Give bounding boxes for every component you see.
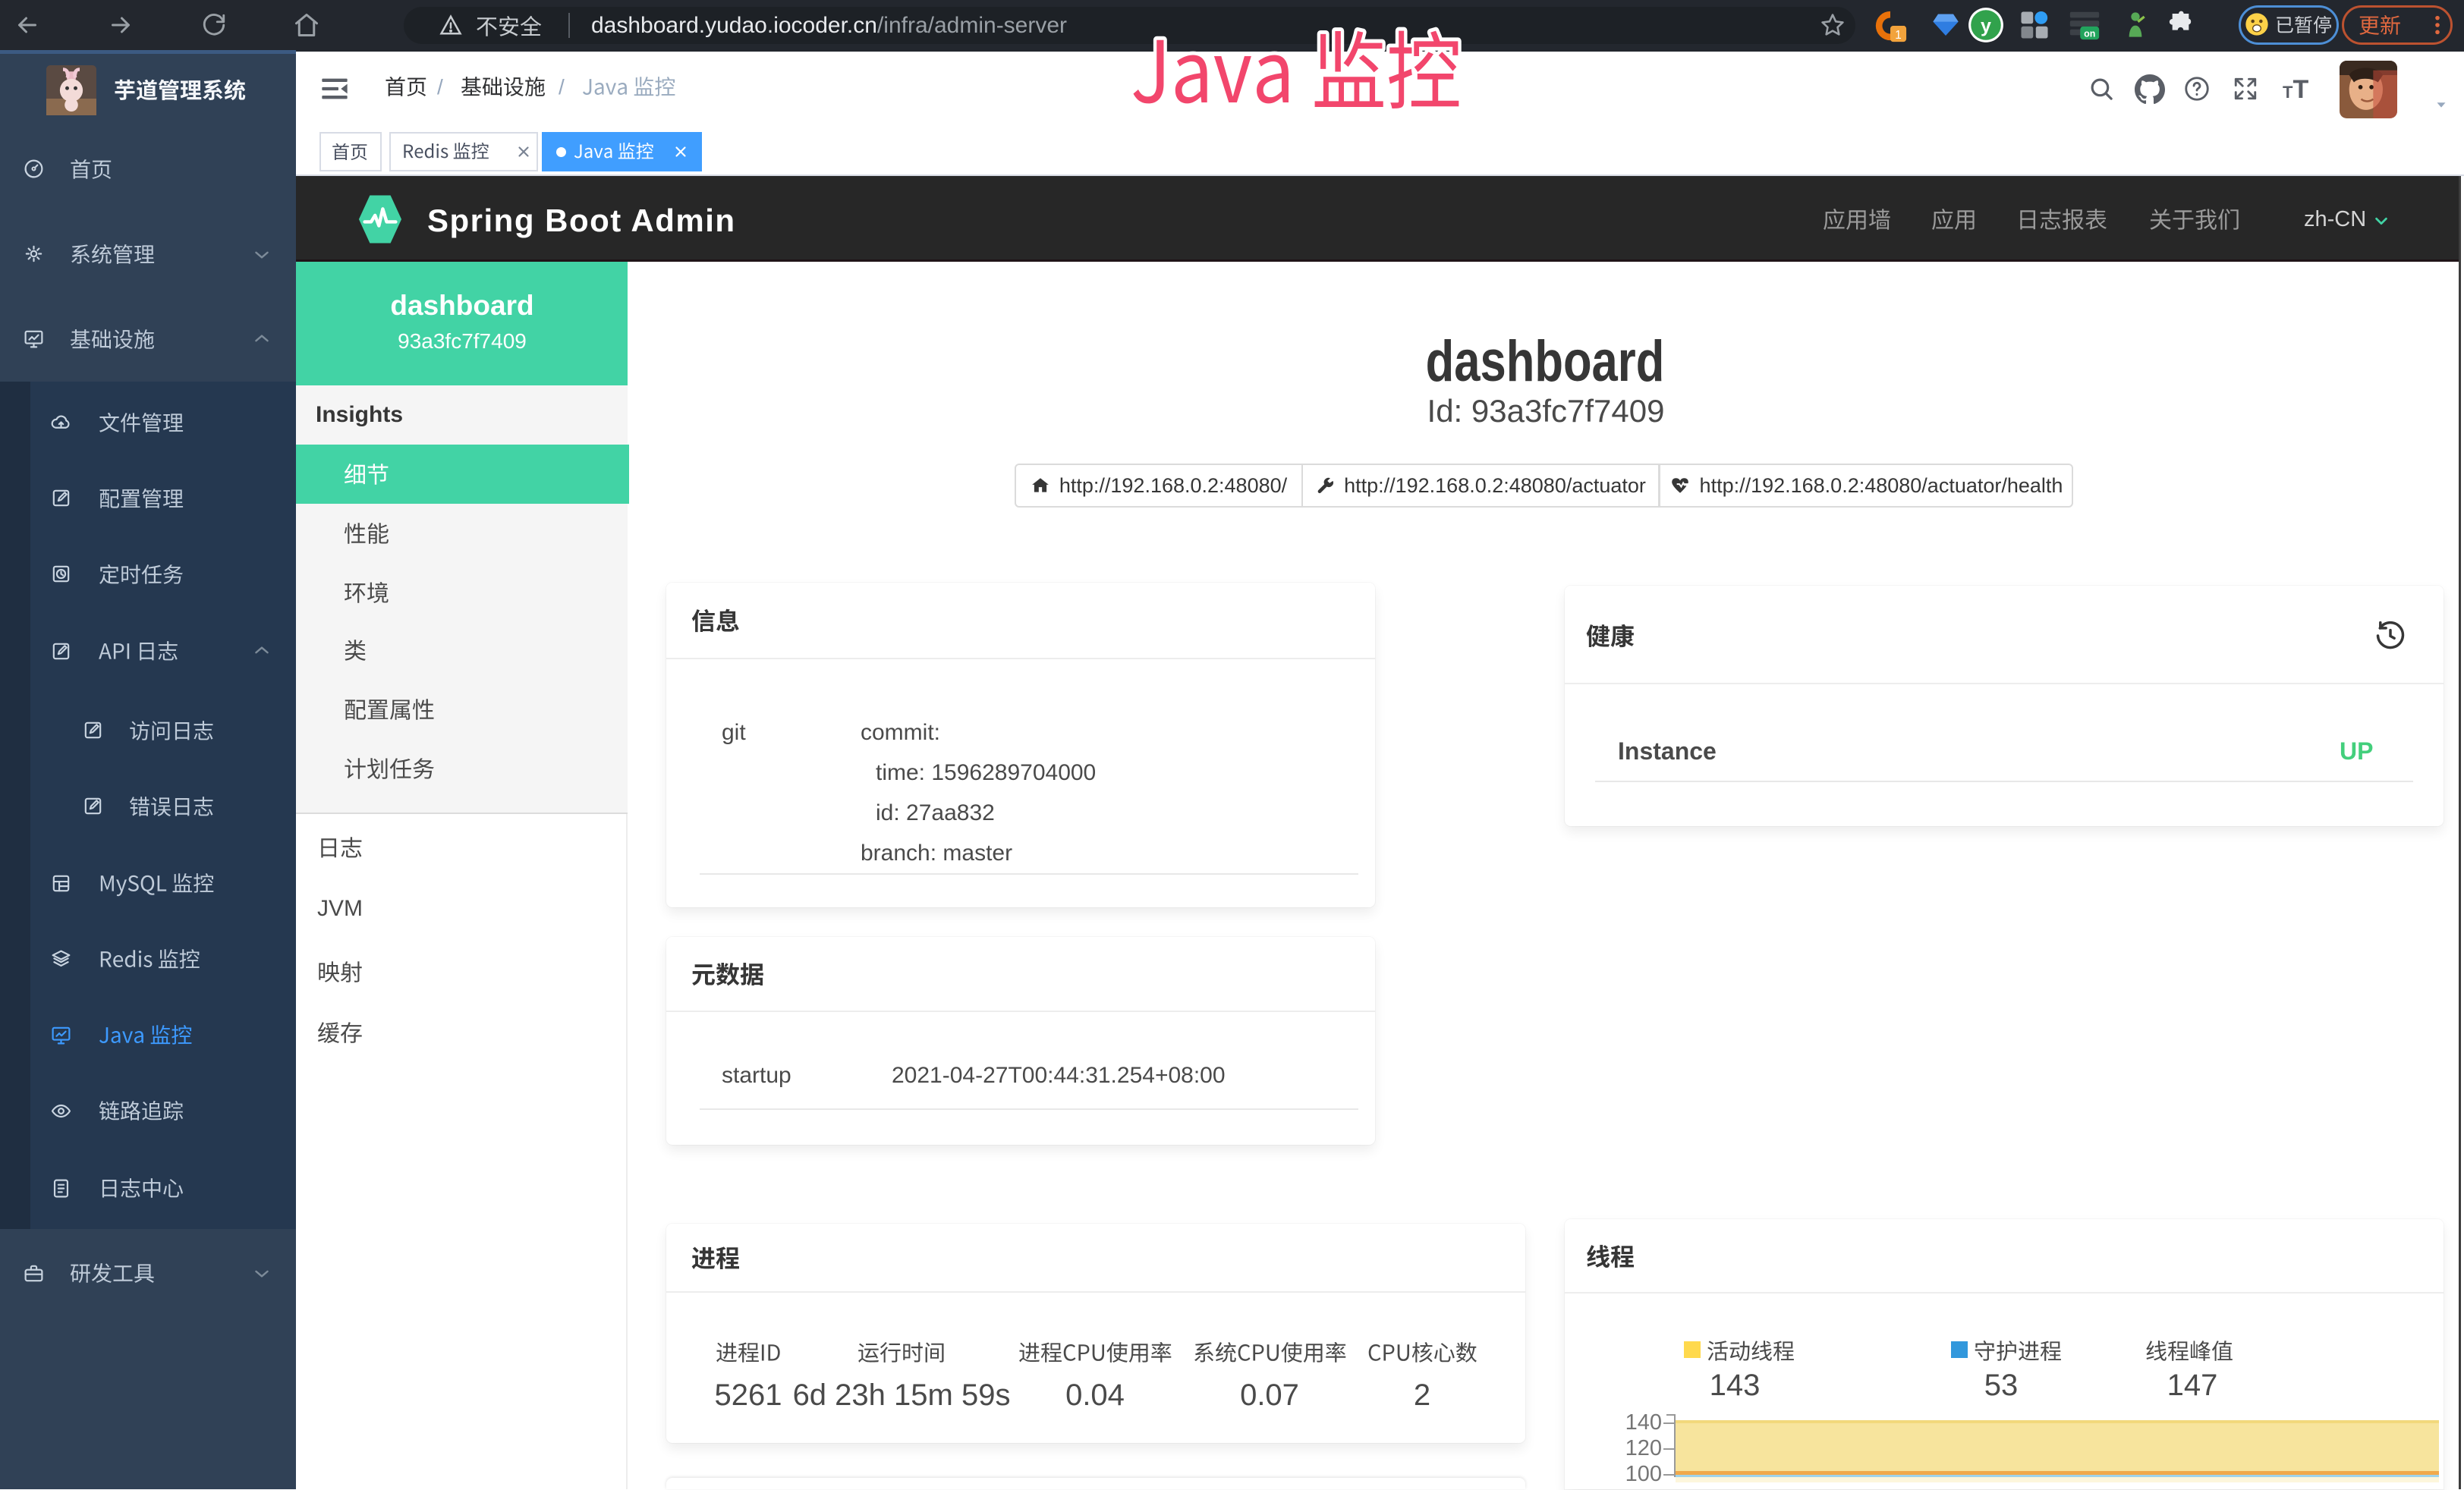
svg-text:1: 1 xyxy=(1895,29,1902,42)
svg-text:y: y xyxy=(1981,15,1991,36)
svg-text:on: on xyxy=(2084,28,2095,39)
